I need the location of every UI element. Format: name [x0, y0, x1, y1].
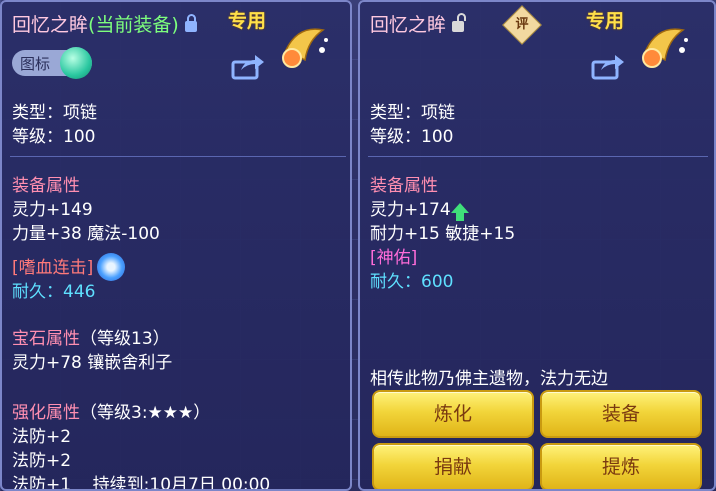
enhance-line: 法防+1 持续到:10月7日 00:00: [12, 475, 271, 491]
current-equipped-tag: (当前装备): [88, 14, 179, 36]
unlock-icon[interactable]: [452, 13, 467, 32]
item-title: 回忆之眸: [370, 10, 467, 37]
skill-swirl-icon[interactable]: [97, 253, 126, 281]
durability-line: 耐久：600: [370, 272, 454, 292]
type-line: 类型：项链: [12, 103, 97, 123]
type-line: 类型：项链: [370, 103, 455, 123]
compare-item-tooltip: 回忆之眸 评 专用 类型：项链 等级：100 装备属性 灵力+174 耐力+15…: [358, 0, 716, 491]
equip-attr-header: 装备属性: [12, 176, 80, 196]
enhance-line-header: 强化属性（等级3:★★★）: [12, 398, 210, 423]
exclusive-label: 专用: [586, 10, 625, 32]
share-icon[interactable]: [591, 54, 625, 80]
attr-line: 耐力+15 敏捷+15: [370, 224, 516, 244]
gem-level: （等级13）: [80, 329, 170, 349]
special-effect: [神佑]: [370, 248, 418, 268]
enhance-line: 法防+2: [12, 427, 72, 447]
share-icon[interactable]: [231, 54, 265, 80]
gem-attr-header: 宝石属性: [12, 329, 80, 349]
divider: [368, 156, 708, 157]
attr-line: 灵力+149: [12, 200, 93, 220]
item-description: 相传此物乃佛主遗物，法力无边: [370, 369, 608, 389]
enhance-attr-header: 强化属性: [12, 403, 80, 423]
attr-line: 灵力+174: [370, 195, 469, 221]
attr-line: 力量+38 魔法-100: [12, 224, 160, 244]
divider: [10, 156, 346, 157]
exclusive-ornament-icon: [282, 28, 328, 68]
equip-button[interactable]: 装备: [540, 390, 702, 438]
level-line: 等级：100: [370, 127, 454, 147]
durability-line: 耐久：446: [12, 282, 96, 302]
rate-badge-label: 评: [515, 17, 529, 32]
enhance-line: 法防+2: [12, 451, 72, 471]
up-arrow-icon: [450, 203, 469, 221]
equip-attr-header: 装备属性: [370, 176, 438, 196]
exclusive-label: 专用: [228, 10, 267, 32]
exclusive-ornament-icon: [642, 28, 688, 68]
donate-button[interactable]: 捐献: [372, 443, 534, 489]
item-name: 回忆之眸: [370, 14, 447, 36]
toggle-knob[interactable]: [60, 47, 92, 79]
enhance-level: （等级3:★★★）: [80, 403, 211, 423]
item-name: 回忆之眸: [12, 14, 89, 36]
item-title: 回忆之眸(当前装备): [12, 10, 197, 37]
attr-value: 灵力+174: [370, 200, 451, 220]
rate-badge[interactable]: 评: [502, 5, 542, 45]
icon-toggle[interactable]: 图标: [12, 47, 92, 79]
refine-button[interactable]: 炼化: [372, 390, 534, 438]
extract-button[interactable]: 提炼: [540, 443, 702, 489]
level-line: 等级：100: [12, 127, 96, 147]
lock-icon[interactable]: [184, 14, 197, 32]
equipped-item-tooltip: 回忆之眸(当前装备) 专用 图标 类型：项链 等级：100 装备属性 灵力+14…: [0, 0, 352, 491]
icon-toggle-label: 图标: [20, 55, 51, 73]
skill-name: [嗜血连击]: [12, 258, 94, 278]
gem-line: 灵力+78 镶嵌舍利子: [12, 353, 173, 373]
gem-line-header: 宝石属性（等级13）: [12, 324, 170, 349]
